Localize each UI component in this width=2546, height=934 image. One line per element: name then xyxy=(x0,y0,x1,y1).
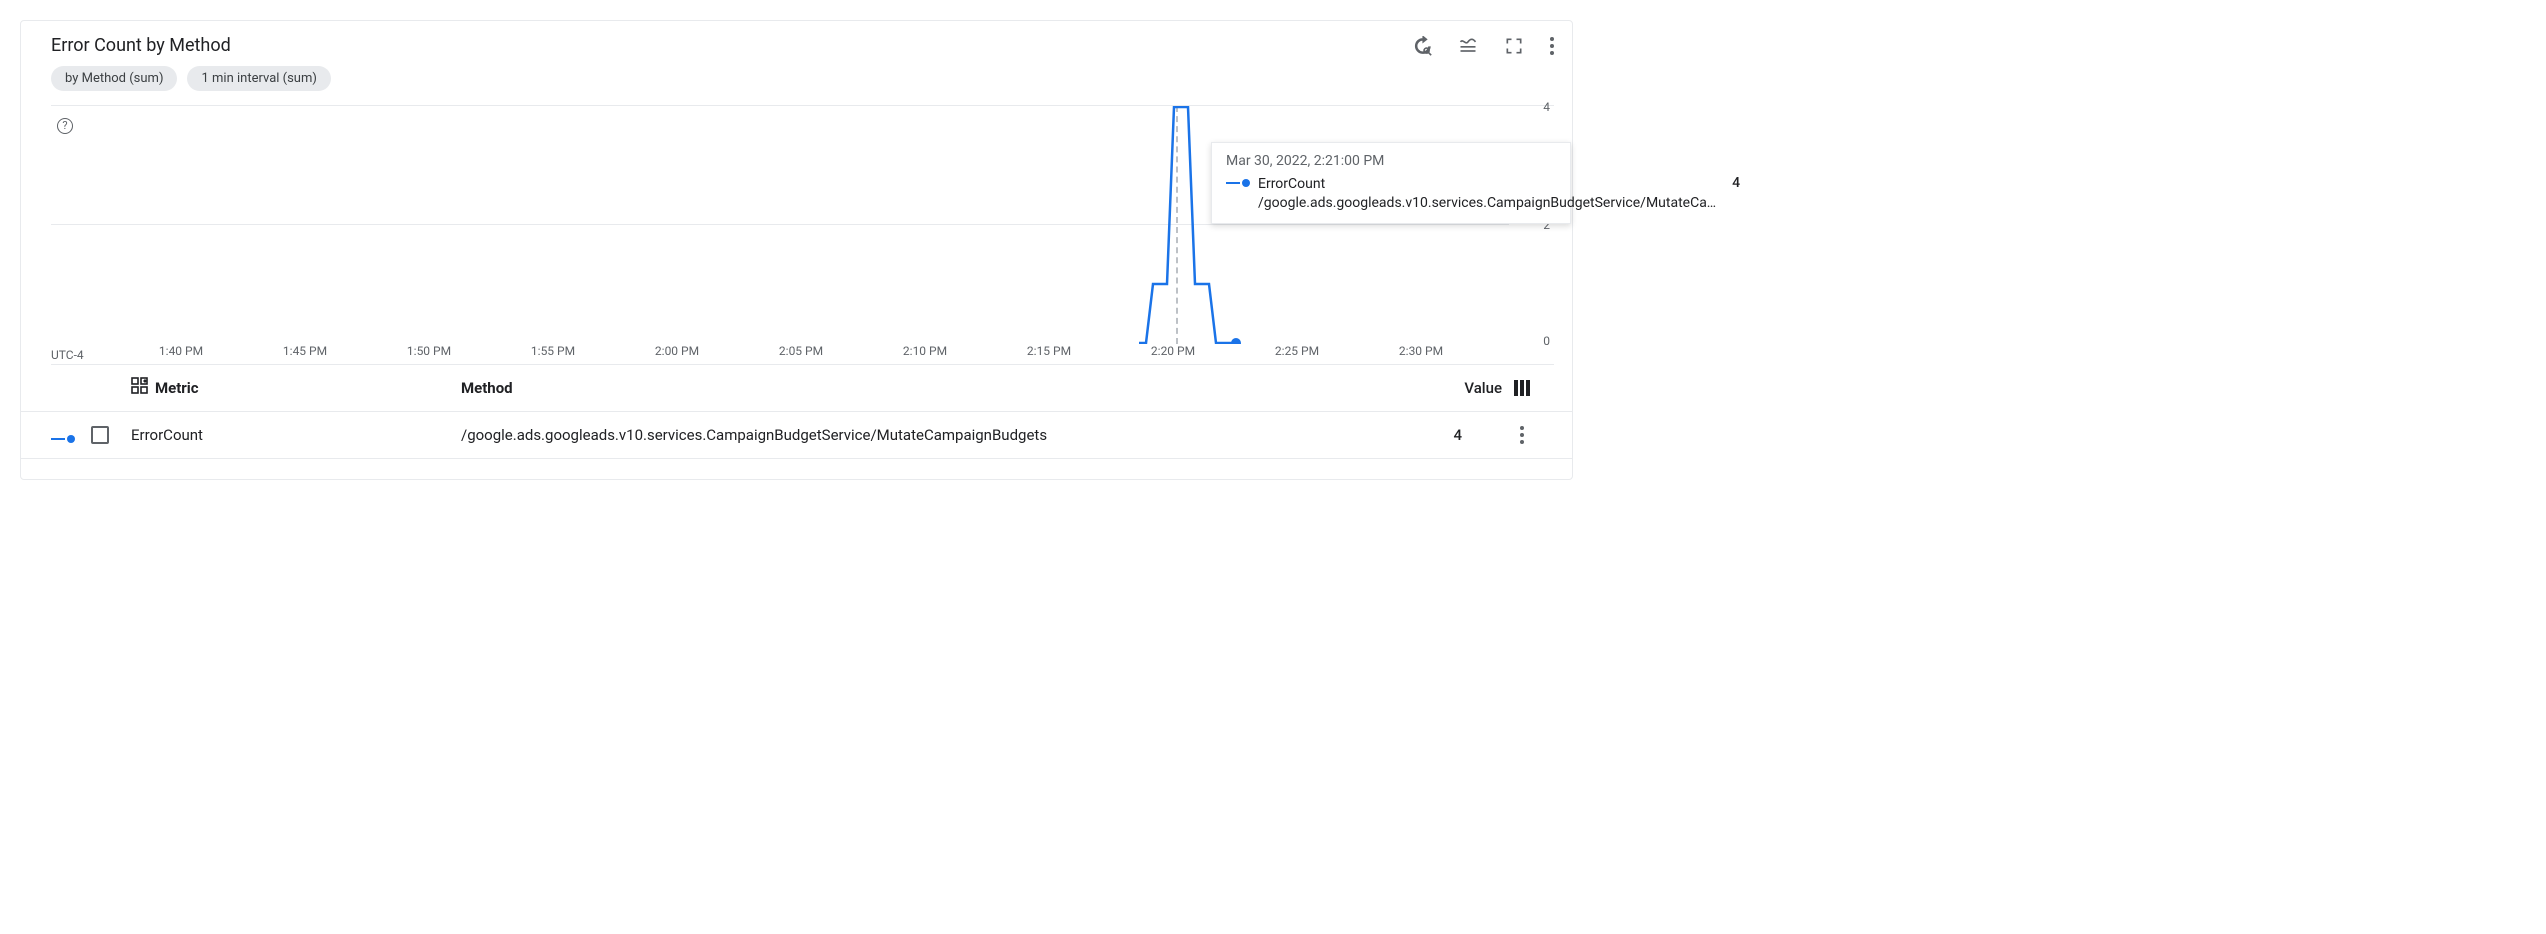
tooltip-value: 4 xyxy=(1732,175,1740,191)
x-tick: 2:25 PM xyxy=(1275,344,1319,358)
y-tick: 0 xyxy=(1543,334,1550,348)
x-tick: 1:45 PM xyxy=(283,344,327,358)
x-tick: 2:00 PM xyxy=(655,344,699,358)
legend-method: /google.ads.googleads.v10.services.Campa… xyxy=(461,426,1392,444)
chart-tooltip: Mar 30, 2022, 2:21:00 PM ErrorCount /goo… xyxy=(1211,142,1571,224)
x-tick: 1:50 PM xyxy=(407,344,451,358)
series-checkbox[interactable] xyxy=(91,426,109,444)
x-tick: 1:40 PM xyxy=(159,344,203,358)
x-tick: 2:15 PM xyxy=(1027,344,1071,358)
x-axis: 1:40 PM 1:45 PM 1:50 PM 1:55 PM 2:00 PM … xyxy=(51,344,1511,364)
legend-col-metric[interactable]: Metric xyxy=(155,379,199,397)
series-swatch-icon xyxy=(1226,179,1250,187)
card-header: Error Count by Method xyxy=(21,21,1572,60)
legend-row[interactable]: ErrorCount /google.ads.googleads.v10.ser… xyxy=(21,412,1572,459)
chip-interval[interactable]: 1 min interval (sum) xyxy=(187,66,330,91)
x-tick: 2:10 PM xyxy=(903,344,947,358)
legend-metric: ErrorCount xyxy=(131,426,461,444)
legend-col-value[interactable]: Value xyxy=(1432,379,1502,397)
chip-row: by Method (sum) 1 min interval (sum) xyxy=(21,60,1572,105)
column-selector-icon[interactable] xyxy=(1514,380,1530,396)
header-toolbar xyxy=(1412,36,1554,56)
metric-grid-icon[interactable] xyxy=(131,377,149,399)
x-tick: 2:20 PM xyxy=(1151,344,1195,358)
chip-by-method[interactable]: by Method (sum) xyxy=(51,66,177,91)
tooltip-series-label: ErrorCount /google.ads.googleads.v10.ser… xyxy=(1258,175,1716,213)
x-tick: 1:55 PM xyxy=(531,344,575,358)
chart-area[interactable]: ? 4 2 0 UTC-4 1:40 PM 1:45 PM 1:50 PM 1:… xyxy=(51,105,1554,365)
row-more-icon[interactable] xyxy=(1520,426,1524,444)
tooltip-timestamp: Mar 30, 2022, 2:21:00 PM xyxy=(1226,153,1556,169)
card-title: Error Count by Method xyxy=(51,35,231,56)
series-swatch-icon xyxy=(51,435,75,443)
x-tick: 2:30 PM xyxy=(1399,344,1443,358)
legend-toggle-icon[interactable] xyxy=(1458,36,1478,56)
more-options-icon[interactable] xyxy=(1550,37,1554,55)
reset-zoom-icon[interactable] xyxy=(1412,36,1432,56)
legend-header: Metric Method Value xyxy=(21,365,1572,412)
y-tick: 4 xyxy=(1543,100,1550,114)
legend-col-method[interactable]: Method xyxy=(461,379,1432,397)
fullscreen-icon[interactable] xyxy=(1504,36,1524,56)
metrics-card: Error Count by Method by Method (sum) 1 … xyxy=(20,20,1573,480)
legend-value: 4 xyxy=(1392,426,1462,444)
x-tick: 2:05 PM xyxy=(779,344,823,358)
